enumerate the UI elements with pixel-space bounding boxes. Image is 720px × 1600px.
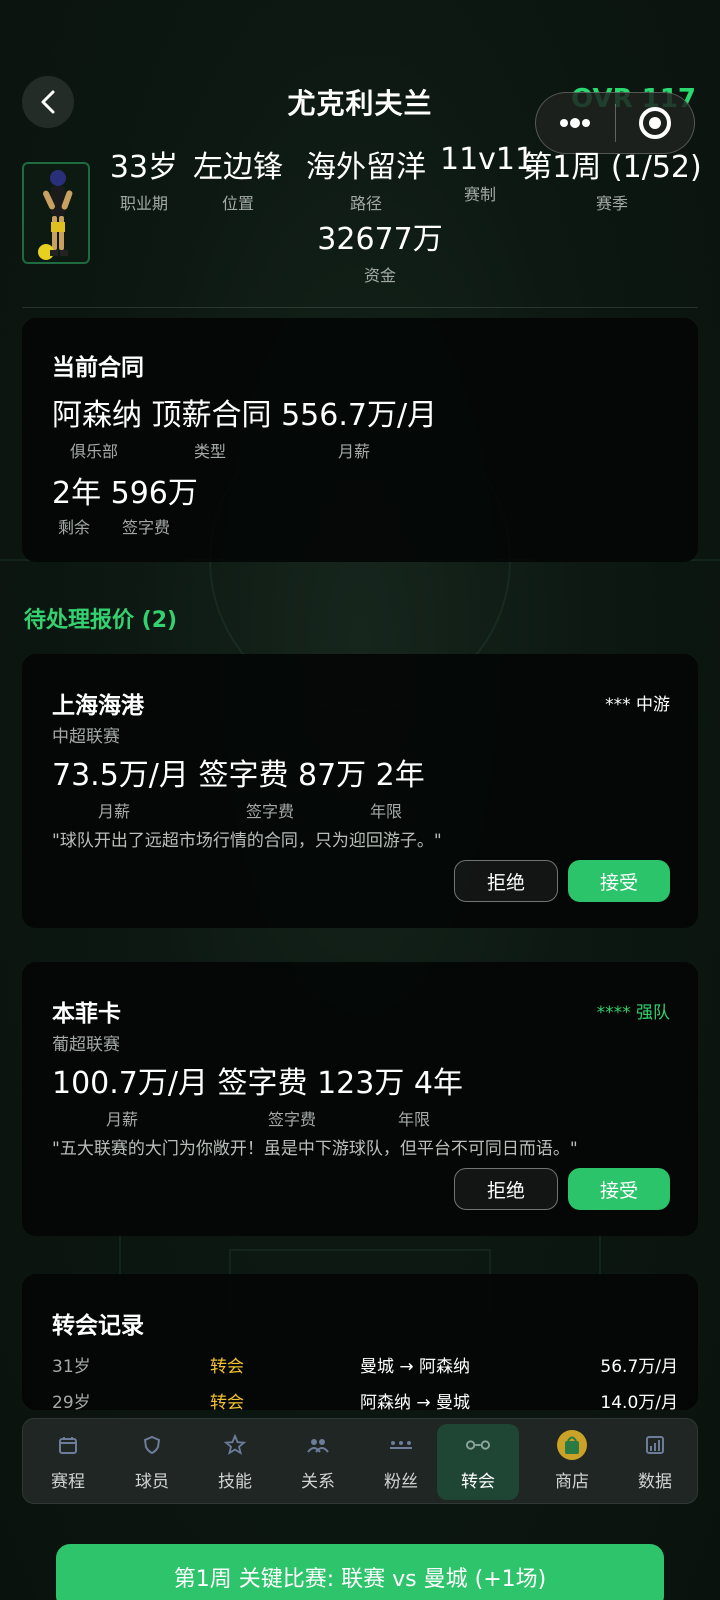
contract-main-line: 阿森纳 顶薪合同 556.7万/月 bbox=[52, 398, 438, 433]
offer-terms: 100.7万/月 签字费 123万 4年 bbox=[52, 1066, 463, 1101]
chart-icon bbox=[643, 1433, 667, 1457]
next-match-button[interactable]: 第1周 关键比赛: 联赛 vs 曼城 (+1场) bbox=[56, 1544, 664, 1600]
history-age: 29岁 bbox=[52, 1393, 91, 1410]
nav-label: 转会 bbox=[461, 1472, 495, 1492]
reject-button[interactable]: 拒绝 bbox=[454, 860, 558, 902]
nav-item-shop[interactable]: 商店 bbox=[531, 1419, 613, 1505]
offer-tier: *** 中游 bbox=[605, 695, 670, 715]
history-route: 曼城 → 阿森纳 bbox=[360, 1357, 471, 1377]
contract-title: 当前合同 bbox=[52, 355, 144, 381]
header-divider bbox=[22, 307, 698, 308]
stat-season: 第1周 (1/52) 赛季 bbox=[522, 150, 702, 213]
offer-card: 本菲卡 **** 强队 葡超联赛 100.7万/月 签字费 123万 4年 月薪… bbox=[22, 962, 698, 1236]
bottom-nav: 赛程 球员 技能 关系 粉丝 转会 商店 数据 bbox=[22, 1418, 698, 1504]
label-signing-fee: 签字费 bbox=[122, 518, 171, 537]
history-title: 转会记录 bbox=[52, 1313, 144, 1339]
pending-offers-heading: 待处理报价 (2) bbox=[24, 608, 178, 633]
label-remaining: 剩余 bbox=[58, 518, 91, 537]
offer-quote: "五大联赛的大门为你敞开！虽是中下游球队，但平台不可同日而语。" bbox=[52, 1139, 578, 1159]
transfer-history-card[interactable]: 转会记录 31岁 转会 曼城 → 阿森纳 56.7万/月 29岁 转会 阿森纳 … bbox=[22, 1274, 698, 1410]
label-salary: 月薪 bbox=[106, 1110, 139, 1129]
current-contract-card: 当前合同 阿森纳 顶薪合同 556.7万/月 俱乐部 类型 月薪 2年 596万… bbox=[22, 318, 698, 562]
history-type: 转会 bbox=[210, 1357, 244, 1377]
offer-league: 葡超联赛 bbox=[52, 1035, 120, 1055]
offer-club: 上海海港 bbox=[52, 693, 144, 719]
nav-label: 赛程 bbox=[51, 1472, 85, 1492]
offer-league: 中超联赛 bbox=[52, 727, 120, 747]
more-dots-icon bbox=[560, 118, 591, 128]
label-salary: 月薪 bbox=[98, 802, 131, 821]
nav-label: 球员 bbox=[135, 1472, 169, 1492]
label-signing-fee: 签字费 bbox=[246, 802, 295, 821]
shop-bag-icon bbox=[556, 1429, 588, 1461]
history-type: 转会 bbox=[210, 1393, 244, 1410]
label-years: 年限 bbox=[370, 802, 403, 821]
label-type: 类型 bbox=[194, 442, 227, 461]
nav-label: 技能 bbox=[218, 1472, 252, 1492]
history-salary: 56.7万/月 bbox=[600, 1357, 678, 1377]
nav-item-fans[interactable]: 粉丝 bbox=[360, 1419, 442, 1505]
label-signing-fee: 签字费 bbox=[268, 1110, 317, 1129]
stat-position: 左边锋 位置 bbox=[193, 150, 283, 213]
target-close-icon bbox=[638, 107, 671, 139]
stat-age: 33岁 职业期 bbox=[109, 150, 179, 213]
nav-label: 商店 bbox=[555, 1472, 589, 1492]
label-years: 年限 bbox=[398, 1110, 431, 1129]
nav-label: 粉丝 bbox=[384, 1472, 418, 1492]
player-avatar bbox=[22, 162, 90, 264]
label-club: 俱乐部 bbox=[70, 442, 119, 461]
accept-button[interactable]: 接受 bbox=[568, 1168, 670, 1210]
contract-second-line: 2年 596万 bbox=[52, 476, 198, 511]
nav-item-schedule[interactable]: 赛程 bbox=[27, 1419, 109, 1505]
shield-icon bbox=[140, 1433, 164, 1457]
label-salary: 月薪 bbox=[338, 442, 371, 461]
history-row: 31岁 转会 曼城 → 阿森纳 56.7万/月 bbox=[52, 1352, 678, 1380]
offer-card: 上海海港 *** 中游 中超联赛 73.5万/月 签字费 87万 2年 月薪 签… bbox=[22, 654, 698, 928]
offer-tier: **** 强队 bbox=[596, 1003, 670, 1023]
player-figure-icon bbox=[38, 170, 73, 260]
stat-format: 11v11 赛制 bbox=[440, 142, 535, 204]
reject-button[interactable]: 拒绝 bbox=[454, 1168, 558, 1210]
nav-label: 数据 bbox=[638, 1472, 672, 1492]
stat-path: 海外留洋 路径 bbox=[306, 150, 426, 213]
nav-item-players[interactable]: 球员 bbox=[111, 1419, 193, 1505]
offer-club: 本菲卡 bbox=[52, 1001, 121, 1027]
people-icon bbox=[306, 1433, 330, 1457]
nav-item-transfer[interactable]: 转会 bbox=[437, 1424, 519, 1500]
star-icon bbox=[223, 1433, 247, 1457]
nav-label: 关系 bbox=[301, 1472, 335, 1492]
nav-item-skills[interactable]: 技能 bbox=[194, 1419, 276, 1505]
nav-item-relations[interactable]: 关系 bbox=[277, 1419, 359, 1505]
calendar-icon bbox=[56, 1433, 80, 1457]
history-age: 31岁 bbox=[52, 1357, 91, 1377]
stat-funds: 32677万 资金 bbox=[317, 222, 443, 285]
fans-icon bbox=[389, 1433, 413, 1457]
history-salary: 14.0万/月 bbox=[600, 1393, 678, 1410]
history-route: 阿森纳 → 曼城 bbox=[360, 1393, 471, 1410]
transfer-icon bbox=[466, 1433, 490, 1457]
history-row: 29岁 转会 阿森纳 → 曼城 14.0万/月 bbox=[52, 1388, 678, 1410]
offer-quote: "球队开出了远超市场行情的合同，只为迎回游子。" bbox=[52, 831, 442, 851]
nav-item-data[interactable]: 数据 bbox=[614, 1419, 696, 1505]
offer-terms: 73.5万/月 签字费 87万 2年 bbox=[52, 758, 425, 793]
accept-button[interactable]: 接受 bbox=[568, 860, 670, 902]
